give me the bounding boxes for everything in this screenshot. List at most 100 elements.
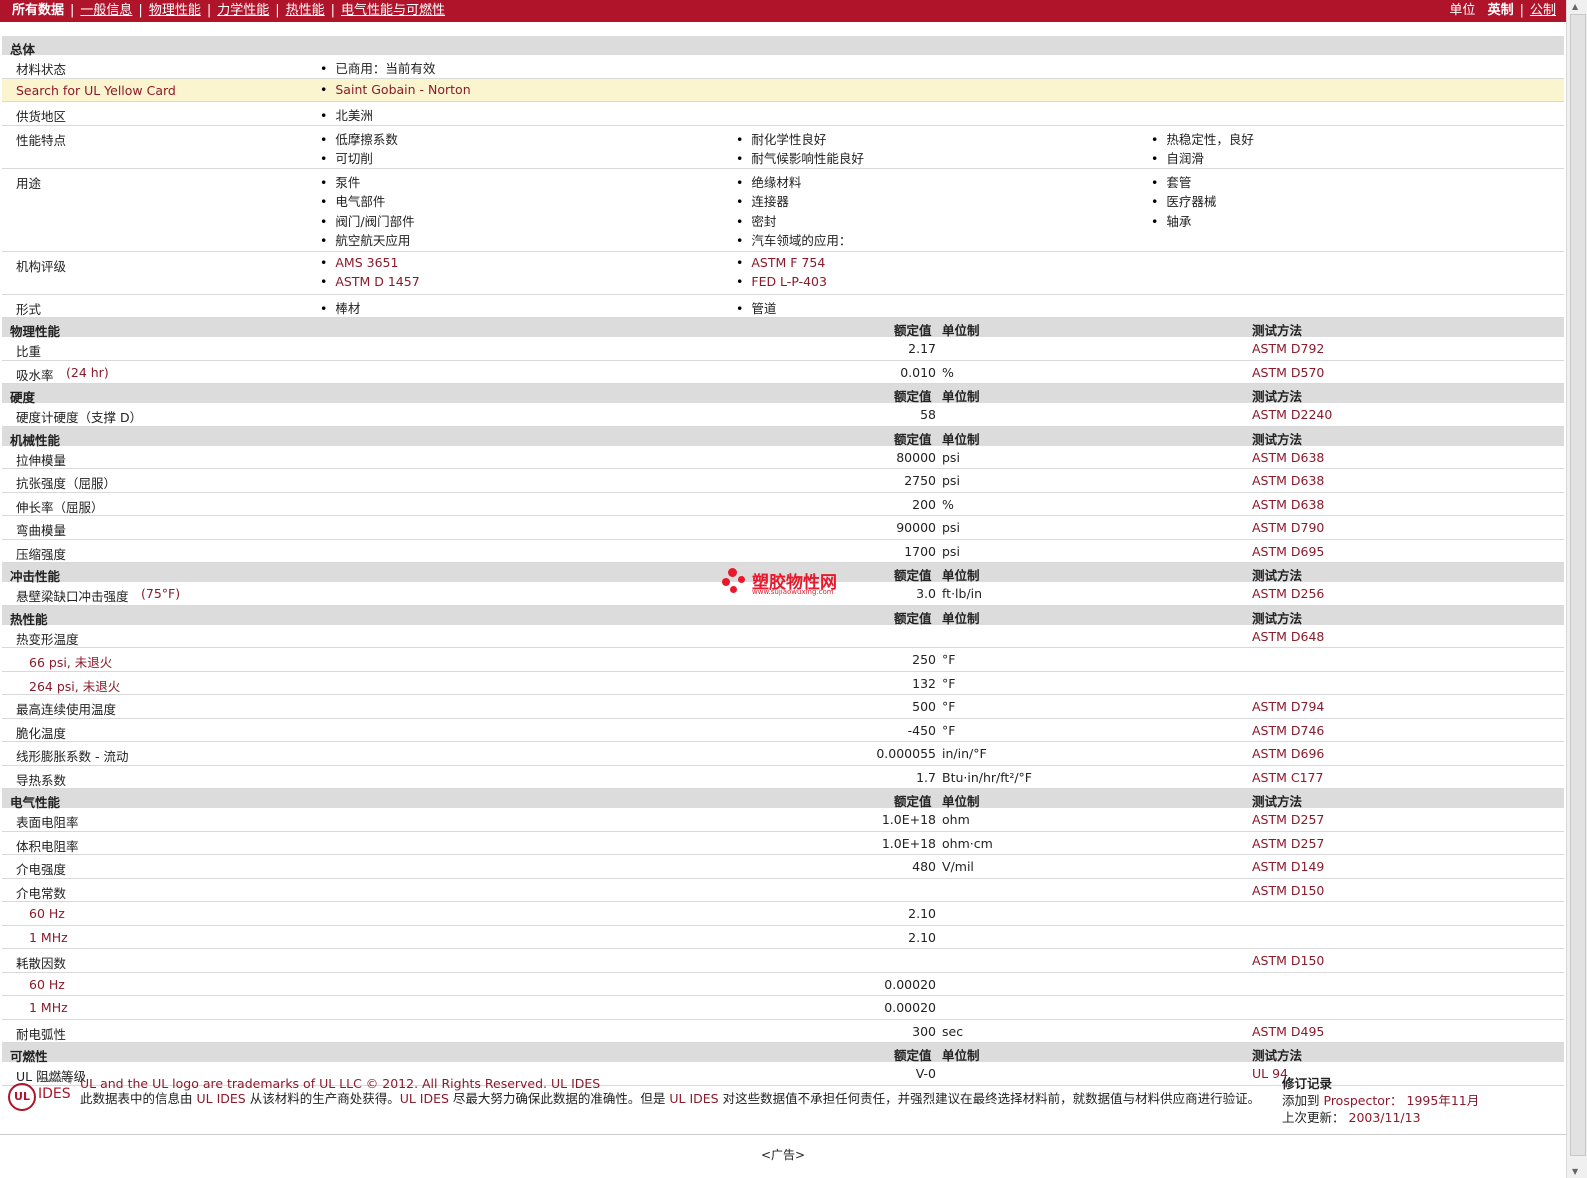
- property-row: 压缩强度 1700 psi ASTM D695: [2, 540, 1564, 563]
- property-value: 132: [912, 675, 936, 691]
- property-label: 表面电阻率: [16, 815, 79, 830]
- property-unit: ft·lb/in: [942, 586, 983, 601]
- property-label: 弯曲模量: [16, 523, 67, 538]
- test-method-link[interactable]: ASTM D648: [1252, 629, 1324, 644]
- test-method-link[interactable]: ASTM D2240: [1252, 407, 1332, 422]
- watermark-dots-icon: [720, 566, 750, 596]
- section-mechanical: 机械性能 额定值 单位制 测试方法: [2, 426, 1564, 448]
- property-row: 热变形温度 ASTM D648: [2, 625, 1564, 648]
- yellow-card-link[interactable]: Search for UL Yellow Card: [16, 83, 176, 98]
- test-method-link[interactable]: ASTM D495: [1252, 1024, 1324, 1039]
- property-value: 1.0E+18: [881, 812, 936, 827]
- footer-disclaimer: UL and the UL logo are trademarks of UL …: [80, 1076, 1265, 1106]
- agency-link[interactable]: AMS 3651: [320, 255, 420, 275]
- agency-link[interactable]: ASTM F 754: [736, 255, 827, 275]
- property-value: 0.000055: [876, 746, 936, 761]
- property-condition: (24 hr): [66, 364, 109, 380]
- property-label: 耐电弧性: [16, 1026, 67, 1042]
- section-general: 总体: [2, 36, 1564, 57]
- agency-link[interactable]: ASTM D 1457: [320, 274, 419, 294]
- section-hardness: 硬度 额定值 单位制 测试方法: [2, 384, 1564, 405]
- property-row: 60 Hz 2.10: [2, 902, 1564, 926]
- supplier-link[interactable]: Saint Gobain - Norton: [320, 82, 470, 102]
- nav-mechanical[interactable]: 力学性能: [217, 3, 269, 18]
- scroll-down-arrow-icon[interactable]: ▼: [1572, 1167, 1578, 1176]
- property-row: 伸长率（屈服） 200% ASTM D638: [2, 493, 1564, 516]
- test-method-link[interactable]: ASTM D638: [1252, 473, 1324, 488]
- property-row: 脆化温度 -450 °F ASTM D746: [2, 719, 1564, 742]
- property-value: 2.17: [908, 341, 936, 356]
- section-electrical: 电气性能 额定值 单位制 测试方法: [2, 789, 1564, 810]
- physical-rows: 比重 2.17 ASTM D792 吸水率 (24 hr) 0.010% ASTM D570: [2, 337, 1564, 384]
- test-method-link[interactable]: ASTM D746: [1252, 723, 1324, 738]
- property-row: 264 psi, 未退火 132 °F: [2, 672, 1564, 695]
- units-label: 单位: [1449, 3, 1476, 18]
- property-unit: sec: [942, 1023, 964, 1039]
- property-row: 线形膨胀系数 - 流动 0.000055 in/in/°F ASTM D696: [2, 742, 1564, 766]
- test-method-link[interactable]: ASTM D638: [1252, 497, 1324, 512]
- property-row: 弯曲模量 90000 psi ASTM D790: [2, 516, 1564, 540]
- property-label: 1 MHz: [29, 1000, 68, 1015]
- test-method-link[interactable]: ASTM D790: [1252, 520, 1324, 535]
- agency-link[interactable]: FED L-P-403: [736, 274, 827, 294]
- property-label: 抗张强度（屈服）: [16, 476, 117, 491]
- property-label: 拉伸模量: [16, 452, 67, 468]
- property-row: 吸水率 (24 hr) 0.010% ASTM D570: [2, 361, 1564, 384]
- vertical-scrollbar[interactable]: ▲ ▼: [1566, 0, 1587, 1178]
- property-value: 480: [912, 859, 936, 874]
- test-method-link[interactable]: ASTM D257: [1252, 836, 1324, 851]
- property-value: 1.0E+18: [881, 835, 936, 851]
- property-unit: psi: [942, 520, 960, 535]
- property-label: 脆化温度: [16, 725, 67, 741]
- test-method-link[interactable]: ASTM D149: [1252, 859, 1324, 874]
- test-method-link[interactable]: ASTM D792: [1252, 341, 1324, 356]
- property-value: -450: [907, 722, 936, 738]
- material-status-row: 材料状态 已商用：当前有效: [2, 55, 1564, 79]
- footer: UL Powered by IDES UL and the UL logo ar…: [2, 1075, 1564, 1135]
- nav-all-data[interactable]: 所有数据: [12, 3, 64, 18]
- section-nav: 所有数据 | 一般信息 | 物理性能 | 力学性能 | 热性能 | 电气性能与可燃性: [12, 3, 446, 18]
- test-method-link[interactable]: ASTM D696: [1252, 746, 1324, 761]
- property-value: 0.010: [900, 364, 936, 380]
- property-value: 80000: [896, 449, 936, 465]
- property-label: 介电常数: [16, 885, 67, 901]
- property-row: 抗张强度（屈服） 2750 psi ASTM D638: [2, 469, 1564, 493]
- units-metric[interactable]: 公制: [1530, 3, 1556, 18]
- units-imperial[interactable]: 英制: [1488, 3, 1514, 18]
- property-row: 体积电阻率 1.0E+18 ohm·cm ASTM D257: [2, 832, 1564, 855]
- test-method-link[interactable]: ASTM D257: [1252, 812, 1324, 827]
- property-unit: ohm·cm: [942, 835, 993, 851]
- property-unit: %: [942, 496, 954, 512]
- property-value: 2.10: [908, 906, 936, 921]
- property-label: 压缩强度: [16, 546, 67, 562]
- property-unit: in/in/°F: [942, 746, 987, 761]
- test-method-link[interactable]: ASTM D256: [1252, 586, 1324, 601]
- property-unit: °F: [942, 699, 956, 714]
- property-value: 2750: [904, 473, 936, 488]
- property-row: 拉伸模量 80000 psi ASTM D638: [2, 446, 1564, 469]
- property-label: 耗散因数: [16, 956, 67, 971]
- property-row: 硬度计硬度（支撑 D） 58 ASTM D2240: [2, 403, 1564, 427]
- property-label: 吸水率: [16, 367, 54, 383]
- nav-general-info[interactable]: 一般信息: [80, 3, 132, 18]
- scrollbar-thumb[interactable]: [1570, 14, 1586, 1156]
- test-method-link[interactable]: ASTM C177: [1252, 770, 1323, 785]
- test-method-link[interactable]: ASTM D570: [1252, 365, 1324, 380]
- test-method-link[interactable]: ASTM D150: [1252, 883, 1324, 898]
- test-method-link[interactable]: ASTM D638: [1252, 450, 1324, 465]
- property-row: 表面电阻率 1.0E+18 ohm ASTM D257: [2, 808, 1564, 832]
- scroll-up-arrow-icon[interactable]: ▲: [1572, 2, 1578, 11]
- test-method-link[interactable]: ASTM D150: [1252, 953, 1324, 968]
- nav-thermal[interactable]: 热性能: [286, 3, 325, 18]
- property-label: 最高连续使用温度: [16, 702, 117, 717]
- nav-physical[interactable]: 物理性能: [149, 3, 201, 18]
- property-label: 体积电阻率: [16, 838, 79, 854]
- property-label: 60 Hz: [29, 906, 65, 921]
- property-row: 1 MHz 0.00020: [2, 996, 1564, 1020]
- electrical-rows: 表面电阻率 1.0E+18 ohm ASTM D257 体积电阻率 1.0E+18 ohm·…: [2, 808, 1564, 1043]
- property-unit: °F: [942, 652, 956, 667]
- test-method-link[interactable]: ASTM D794: [1252, 699, 1324, 714]
- nav-electrical[interactable]: 电气性能与可燃性: [341, 3, 445, 18]
- property-label: 硬度计硬度（支撑 D）: [16, 410, 143, 425]
- test-method-link[interactable]: ASTM D695: [1252, 544, 1324, 559]
